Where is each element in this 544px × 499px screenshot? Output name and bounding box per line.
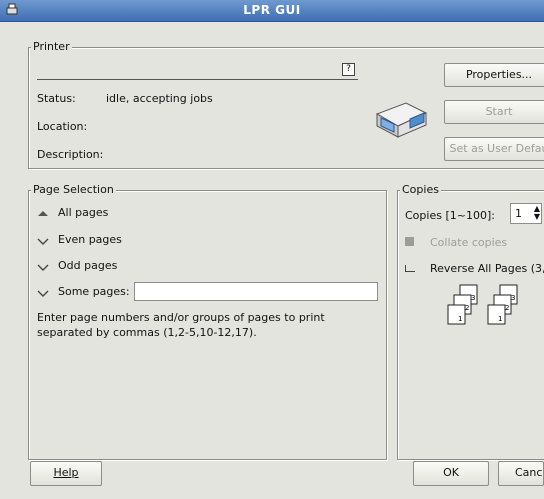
set-default-button[interactable]: Set as User Defau [444,137,544,161]
window-title: LPR GUI [243,3,301,17]
radio-selected-icon[interactable] [37,209,49,219]
status-label: Status: [37,92,76,105]
radio-all-pages-label[interactable]: All pages [58,206,108,219]
ok-button-label: OK [443,466,459,479]
collate-copies-label: Collate copies [430,236,508,249]
collate-checkbox[interactable] [405,237,414,246]
help-button-label: Help [53,466,79,479]
description-label: Description: [37,148,104,161]
cancel-button-label: Canc [515,466,543,479]
title-bar[interactable]: LPR GUI [0,0,544,22]
printer-icon [375,102,428,138]
cancel-button[interactable]: Canc [498,461,544,486]
properties-button[interactable]: Properties... [444,63,544,87]
page-selection-legend: Page Selection [31,183,116,196]
radio-even-pages-label[interactable]: Even pages [58,233,122,246]
radio-odd-pages-label[interactable]: Odd pages [58,259,117,272]
radio-unselected-icon[interactable] [37,288,49,298]
copies-label: Copies [1~100]: [405,209,495,222]
reverse-pages-label: Reverse All Pages (3,2 [430,262,544,275]
reverse-checkbox[interactable] [405,265,415,272]
svg-text:2: 2 [465,304,469,312]
radio-unselected-icon[interactable] [37,262,49,272]
printer-select-dropdown-icon[interactable]: ? [342,63,355,76]
printer-select[interactable] [37,61,358,80]
svg-text:3: 3 [511,294,515,302]
copies-legend: Copies [400,183,441,196]
help-button[interactable]: Help [30,461,102,486]
radio-some-pages-label[interactable]: Some pages: [58,285,130,298]
svg-text:1: 1 [498,315,502,323]
location-label: Location: [37,120,88,133]
svg-text:2: 2 [505,304,509,312]
copies-value: 1 [515,207,522,220]
ok-button[interactable]: OK [413,461,489,486]
svg-text:1: 1 [458,315,462,323]
start-button[interactable]: Start [444,100,544,124]
printer-legend: Printer [31,40,72,53]
svg-text:3: 3 [471,294,475,302]
some-pages-input[interactable] [134,282,378,301]
status-value: idle, accepting jobs [106,92,213,105]
copies-spinner-icon[interactable]: ▲ ▼ [532,205,542,222]
page-selection-hint: Enter page numbers and/or groups of page… [37,311,325,339]
collate-preview-icon: 3 2 1 3 2 1 [447,284,518,325]
radio-unselected-icon[interactable] [37,236,49,246]
